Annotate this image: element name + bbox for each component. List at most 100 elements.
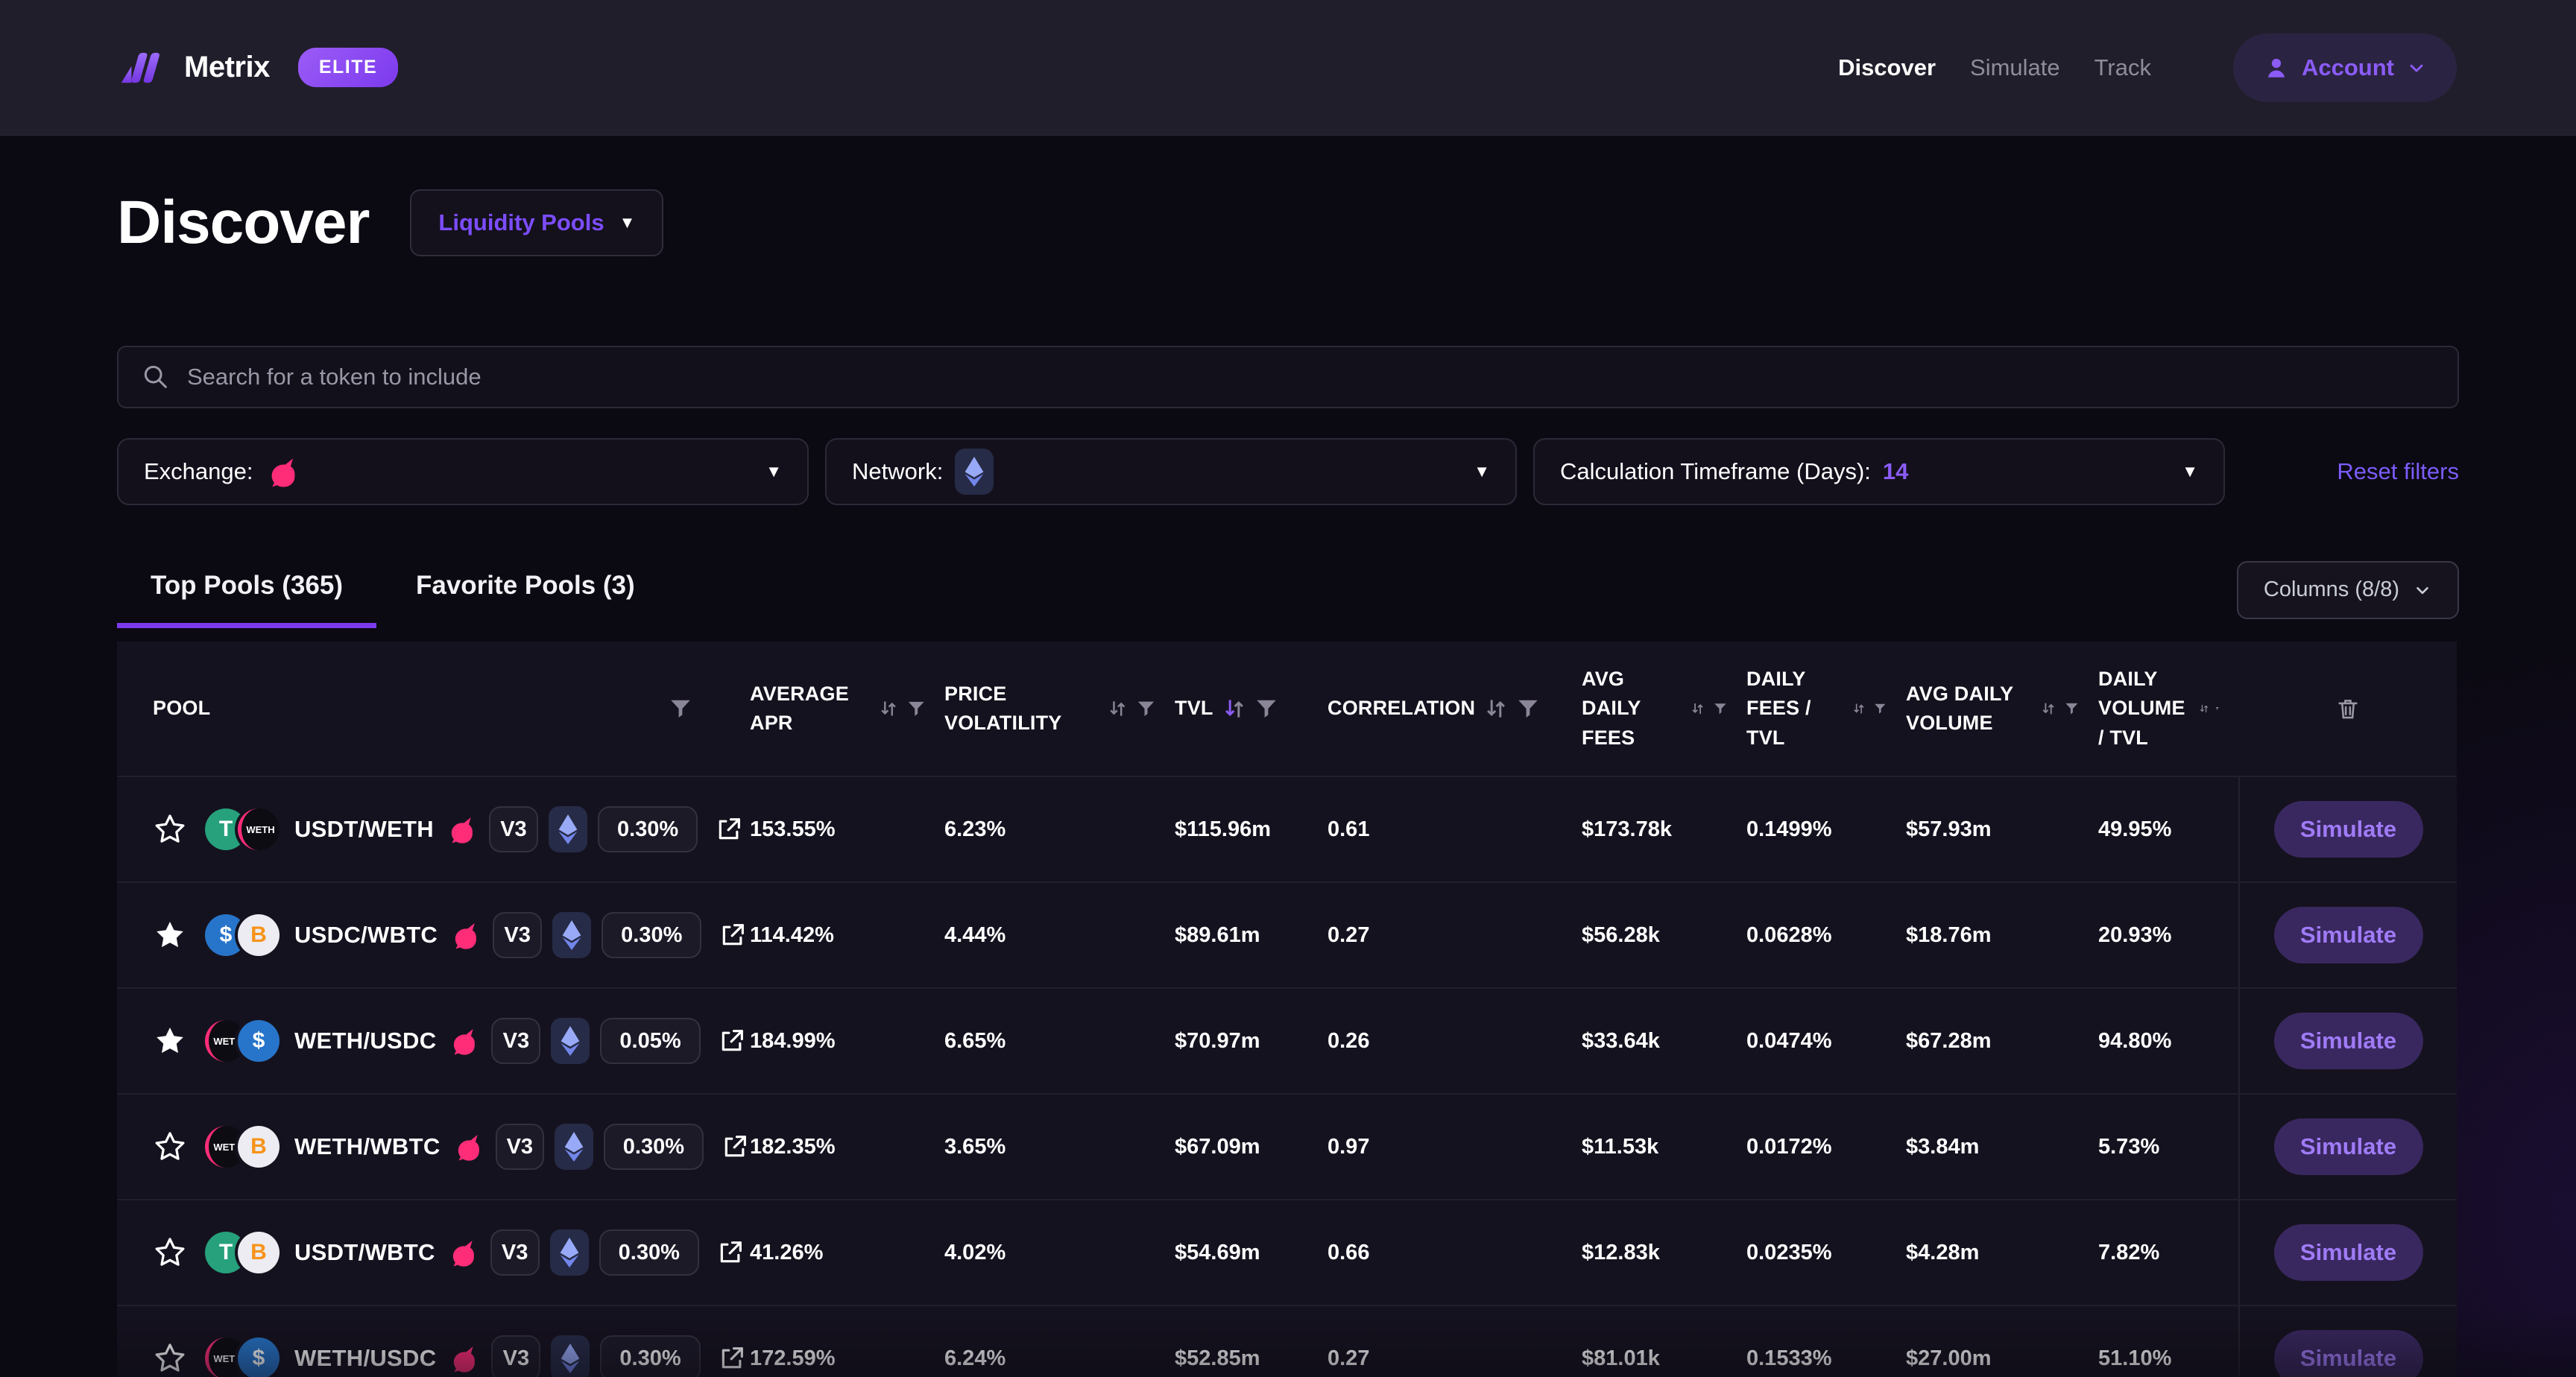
chevron-down-icon bbox=[2413, 580, 2432, 600]
external-link-icon[interactable] bbox=[716, 1238, 745, 1267]
header-actions bbox=[2238, 642, 2457, 776]
brand: Metrix ELITE bbox=[117, 48, 398, 87]
timeframe-select[interactable]: Calculation Timeframe (Days): 14 ▼ bbox=[1533, 438, 2225, 505]
brand-name: Metrix bbox=[184, 51, 270, 84]
daily-fees-tvl-value: 0.0628% bbox=[1746, 883, 1906, 987]
account-label: Account bbox=[2302, 54, 2394, 81]
search-input[interactable] bbox=[187, 364, 2435, 390]
network-select[interactable]: Network: ▼ bbox=[825, 438, 1517, 505]
simulate-button[interactable]: Simulate bbox=[2274, 801, 2423, 858]
sort-icon[interactable] bbox=[2041, 697, 2056, 721]
pool-cell: WETH $ WETH/USDC V3 0.30% bbox=[117, 1306, 750, 1377]
sort-icon[interactable] bbox=[1690, 697, 1705, 721]
price-volatility-value: 4.02% bbox=[944, 1200, 1175, 1305]
simulate-button[interactable]: Simulate bbox=[2274, 1330, 2423, 1377]
favorite-star-icon[interactable] bbox=[153, 1341, 187, 1376]
uniswap-icon bbox=[265, 455, 298, 488]
columns-button[interactable]: Columns (8/8) bbox=[2237, 561, 2459, 619]
token-pair-icons: WETH $ bbox=[205, 1020, 280, 1062]
action-cell: Simulate bbox=[2238, 989, 2457, 1093]
sort-icon[interactable] bbox=[1484, 697, 1508, 721]
sort-icon[interactable] bbox=[879, 697, 898, 721]
nav-simulate[interactable]: Simulate bbox=[1970, 54, 2060, 81]
header-correlation: CORRELATION bbox=[1328, 642, 1582, 776]
favorite-star-icon[interactable] bbox=[153, 1235, 187, 1270]
simulate-button[interactable]: Simulate bbox=[2274, 1224, 2423, 1281]
token2-icon: WETH bbox=[238, 808, 280, 850]
sort-icon[interactable] bbox=[1852, 697, 1866, 721]
filter-icon[interactable] bbox=[2215, 697, 2219, 720]
daily-fees-tvl-value: 0.1533% bbox=[1746, 1306, 1906, 1377]
sort-icon[interactable] bbox=[2199, 697, 2209, 721]
tab-favorite-pools[interactable]: Favorite Pools (3) bbox=[382, 551, 669, 628]
pools-table: POOL AVERAGE APR PRICE VOLATILITY TVL CO… bbox=[117, 642, 2457, 1377]
price-volatility-value: 6.65% bbox=[944, 989, 1175, 1093]
tabs-row: Top Pools (365) Favorite Pools (3) Colum… bbox=[117, 551, 2459, 628]
timeframe-value: 14 bbox=[1883, 458, 1908, 485]
favorite-star-icon[interactable] bbox=[153, 812, 187, 846]
filter-icon[interactable] bbox=[1517, 697, 1539, 720]
filter-icon[interactable] bbox=[669, 697, 692, 720]
main-content: Discover Liquidity Pools ▼ Exchange: ▼ N… bbox=[0, 188, 2576, 1377]
tab-top-pools[interactable]: Top Pools (365) bbox=[117, 551, 376, 628]
filter-icon[interactable] bbox=[1137, 697, 1155, 720]
filter-icon[interactable] bbox=[907, 697, 925, 720]
external-link-icon[interactable] bbox=[714, 814, 744, 844]
metrix-logo-icon bbox=[117, 51, 166, 85]
caret-down-icon: ▼ bbox=[619, 215, 636, 231]
table-header-row: POOL AVERAGE APR PRICE VOLATILITY TVL CO… bbox=[117, 642, 2457, 776]
daily-fees-tvl-value: 0.0235% bbox=[1746, 1200, 1906, 1305]
uniswap-icon bbox=[449, 920, 479, 950]
action-cell: Simulate bbox=[2238, 1095, 2457, 1199]
trash-icon[interactable] bbox=[2335, 696, 2361, 721]
daily-fees-tvl-value: 0.1499% bbox=[1746, 777, 1906, 881]
version-badge: V3 bbox=[496, 1124, 545, 1170]
simulate-button[interactable]: Simulate bbox=[2274, 1118, 2423, 1175]
filter-icon[interactable] bbox=[1714, 697, 1727, 720]
header-tvl: TVL bbox=[1175, 642, 1328, 776]
token2-icon: $ bbox=[238, 1020, 280, 1062]
favorite-star-icon[interactable] bbox=[153, 1024, 187, 1058]
caret-down-icon: ▼ bbox=[1474, 463, 1490, 480]
header-price-volatility: PRICE VOLATILITY bbox=[944, 642, 1175, 776]
uniswap-icon bbox=[448, 1343, 478, 1373]
top-nav: Discover Simulate Track Account bbox=[1838, 34, 2457, 102]
view-selector-dropdown[interactable]: Liquidity Pools ▼ bbox=[410, 189, 663, 256]
external-link-icon[interactable] bbox=[720, 1132, 750, 1162]
filter-icon[interactable] bbox=[2065, 697, 2079, 720]
tvl-value: $52.85m bbox=[1175, 1306, 1328, 1377]
header-average-apr: AVERAGE APR bbox=[750, 642, 944, 776]
table-row: WETH B WETH/WBTC V3 0.30% bbox=[117, 1093, 2457, 1199]
avg-daily-volume-value: $27.00m bbox=[1906, 1306, 2098, 1377]
version-badge: V3 bbox=[491, 1018, 540, 1064]
external-link-icon[interactable] bbox=[717, 1026, 747, 1056]
simulate-button[interactable]: Simulate bbox=[2274, 907, 2423, 963]
reset-filters-link[interactable]: Reset filters bbox=[2337, 458, 2459, 485]
filter-icon[interactable] bbox=[1255, 697, 1278, 720]
favorite-star-icon[interactable] bbox=[153, 1130, 187, 1164]
account-button[interactable]: Account bbox=[2233, 34, 2457, 102]
user-icon bbox=[2263, 54, 2290, 81]
nav-track[interactable]: Track bbox=[2094, 54, 2151, 81]
tvl-value: $115.96m bbox=[1175, 777, 1328, 881]
price-volatility-value: 6.24% bbox=[944, 1306, 1175, 1377]
daily-volume-tvl-value: 5.73% bbox=[2098, 1095, 2238, 1199]
ethereum-icon bbox=[551, 1018, 590, 1064]
action-cell: Simulate bbox=[2238, 777, 2457, 881]
avg-daily-fees-value: $173.78k bbox=[1582, 777, 1746, 881]
token-pair-icons: T B bbox=[205, 1232, 280, 1273]
sort-icon[interactable] bbox=[1108, 697, 1128, 721]
filter-icon[interactable] bbox=[1874, 697, 1887, 720]
average-apr-value: 114.42% bbox=[750, 883, 944, 987]
simulate-button[interactable]: Simulate bbox=[2274, 1013, 2423, 1069]
favorite-star-icon[interactable] bbox=[153, 918, 187, 952]
exchange-select[interactable]: Exchange: ▼ bbox=[117, 438, 809, 505]
elite-badge: ELITE bbox=[298, 48, 398, 87]
sort-icon[interactable] bbox=[1222, 697, 1246, 721]
nav-discover[interactable]: Discover bbox=[1838, 54, 1936, 81]
external-link-icon[interactable] bbox=[717, 1343, 747, 1373]
correlation-value: 0.61 bbox=[1328, 777, 1582, 881]
external-link-icon[interactable] bbox=[718, 920, 748, 950]
pool-cell: T WETH USDT/WETH V3 0.30% bbox=[117, 777, 750, 881]
fee-tier-badge: 0.30% bbox=[604, 1124, 704, 1170]
